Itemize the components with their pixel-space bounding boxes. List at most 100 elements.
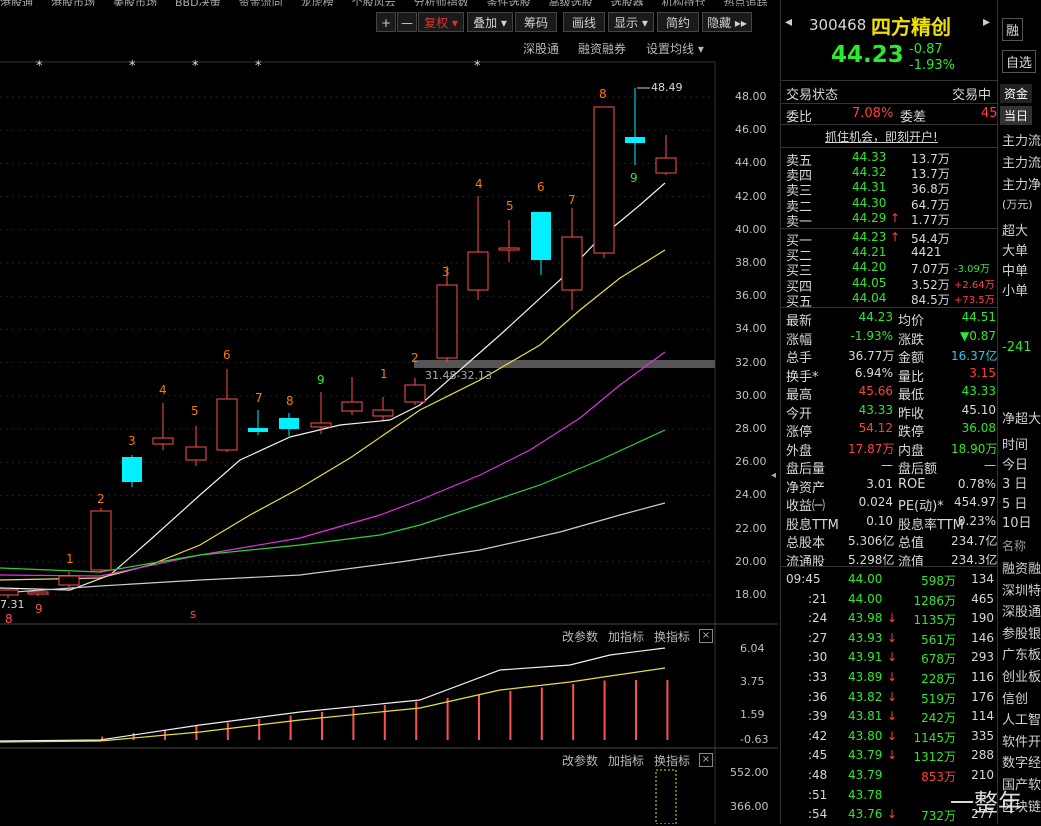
kline-chart[interactable]: * * * * *	[0, 0, 778, 824]
event-star-icon: *	[129, 59, 136, 74]
hide-button[interactable]: 隐藏 ▸▸	[702, 12, 752, 32]
top-menu-item[interactable]: 热点追踪	[724, 0, 768, 6]
concept-item[interactable]: 信创	[1002, 688, 1028, 707]
time-period-option[interactable]: 3 日	[1002, 473, 1027, 492]
hgt-link[interactable]: 深股通	[523, 40, 559, 57]
last-price: 44.23	[831, 42, 904, 68]
bid-row[interactable]: 买五 44.04 84.5万 +73.5万	[786, 291, 996, 310]
ind2-switch-indicator[interactable]: 换指标	[654, 752, 690, 769]
simple-button[interactable]: 简约	[657, 12, 699, 32]
flow-value: -241	[1002, 340, 1032, 355]
top-menu-bar: 港股通 港股市场 美股市场 BBD决策 资金流向 龙虎榜 个股风云 分析师指数 条件选股 高级选股…	[0, 0, 778, 6]
concept-item[interactable]: 广东板	[1002, 644, 1041, 663]
ask-row[interactable]: 卖三 44.31 36.8万	[786, 180, 996, 199]
ask-row[interactable]: 卖一 44.29 ↑ 1.77万	[786, 211, 996, 230]
overlay-button[interactable]: 叠加 ▾	[467, 12, 513, 32]
chips-button[interactable]: 筹码	[515, 12, 557, 32]
top-menu-item[interactable]: 个股风云	[352, 0, 396, 6]
candle-sequence-number: 3	[442, 265, 450, 279]
concept-item[interactable]: 创业板	[1002, 666, 1041, 685]
ind2-volume-bar	[655, 769, 677, 824]
top-menu-item[interactable]: 港股市场	[51, 0, 95, 6]
ask-row[interactable]: 卖五 44.33 13.7万	[786, 150, 996, 169]
top-menu-item[interactable]: BBD决策	[175, 0, 221, 6]
event-star-icon: *	[255, 59, 262, 74]
zoom-out-button[interactable]: —	[397, 12, 417, 32]
top-menu-item[interactable]: 分析师指数	[414, 0, 469, 6]
zixuan-tab[interactable]: 自选	[1002, 50, 1037, 73]
candle-body	[561, 236, 583, 291]
concept-item[interactable]: 人工智	[1002, 709, 1041, 728]
main-flow-label: 主力流	[1002, 156, 1041, 171]
top-menu-item[interactable]: 港股通	[0, 0, 33, 6]
collapse-handle[interactable]: ◂	[771, 470, 778, 490]
ma-setting-link[interactable]: 设置均线 ▾	[646, 40, 704, 57]
zoom-in-button[interactable]: +	[376, 12, 396, 32]
ind2-add-indicator[interactable]: 加指标	[608, 752, 644, 769]
top-menu-item[interactable]: 高级选股	[549, 0, 593, 6]
bid-row[interactable]: 买三 44.20 7.07万 -3.09万	[786, 260, 996, 279]
main-flow-label: 主力净	[1002, 178, 1041, 193]
top-menu-item[interactable]: 美股市场	[113, 0, 157, 6]
concept-item[interactable]: 软件开	[1002, 731, 1041, 750]
stat-row: 换手* 6.94% 量比 3.15	[786, 365, 996, 385]
ind1-switch-indicator[interactable]: 换指标	[654, 628, 690, 645]
next-stock-arrow-icon[interactable]: ▸	[983, 14, 990, 30]
top-menu-item[interactable]: 资金流向	[239, 0, 283, 6]
candle-body	[436, 284, 458, 359]
ind1-axis-label: 6.04	[740, 642, 765, 655]
stock-name: 四方精创	[871, 15, 951, 39]
concept-item[interactable]: 数字经	[1002, 752, 1041, 771]
prev-stock-arrow-icon[interactable]: ◂	[785, 14, 792, 30]
candle-sequence-number: 9	[35, 602, 43, 616]
bid-row[interactable]: 买四 44.05 3.52万 +2.64万	[786, 276, 996, 295]
time-period-option[interactable]: 今日	[1002, 454, 1028, 473]
open-account-promo[interactable]: 抓住机会，即刻开户!	[825, 128, 938, 145]
ind2-axis-label: 552.00	[730, 766, 769, 779]
top-menu-item[interactable]: 条件选股	[487, 0, 531, 6]
zijin-tab[interactable]: 资金	[1000, 84, 1033, 103]
tick-row: :30 43.91 ↓ 678万 293	[808, 650, 994, 667]
rong-tab[interactable]: 融	[1002, 18, 1024, 41]
bid-row[interactable]: 买一 44.23 ↑ 54.4万	[786, 230, 996, 249]
ask-row[interactable]: 卖二 44.30 64.7万	[786, 196, 996, 215]
price-axis-label: 38.00	[735, 256, 767, 269]
weibi-row: 委比 7.08% 委差 45	[786, 106, 998, 125]
ind1-change-params[interactable]: 改参数	[562, 628, 598, 645]
concept-item[interactable]: 深圳特	[1002, 580, 1041, 599]
tick-row: :45 43.79 ↓ 1312万 288	[808, 748, 994, 765]
ind2-close-icon[interactable]: ×	[699, 753, 713, 767]
candle-body	[279, 418, 299, 429]
bid-row[interactable]: 买二 44.21 4421	[786, 245, 996, 264]
margin-link[interactable]: 融资融券	[578, 40, 626, 57]
top-menu-item[interactable]: 机构持仓	[662, 0, 706, 6]
concept-item[interactable]: 参股银	[1002, 623, 1041, 642]
ind1-add-indicator[interactable]: 加指标	[608, 628, 644, 645]
top-menu-item[interactable]: 选股器	[611, 0, 644, 6]
candle-sequence-number: 4	[475, 177, 483, 191]
draw-line-button[interactable]: 画线	[563, 12, 605, 32]
time-period-option[interactable]: 5 日	[1002, 493, 1027, 512]
candle-body	[27, 591, 49, 595]
ask-row[interactable]: 卖四 44.32 13.7万	[786, 165, 996, 184]
ind1-close-icon[interactable]: ×	[699, 629, 713, 643]
display-button[interactable]: 显示 ▾	[608, 12, 654, 32]
price-change-pct: -1.93%	[909, 58, 955, 73]
dangri-tab[interactable]: 当日	[1000, 106, 1033, 125]
order-size-label: 小单	[1002, 284, 1029, 299]
price-axis-label: 22.00	[735, 521, 767, 535]
time-period-option[interactable]: 10日	[1002, 512, 1032, 531]
stat-row: 总股本 5.306亿 总值 234.7亿	[786, 534, 998, 551]
price-axis-label: 34.00	[735, 322, 767, 336]
kline-chart-area[interactable]: * * * * * 港股通 港股市场 美股市场 BBD决策 资金流向 龙虎榜 个股风云 分析师指数 条件…	[0, 0, 778, 824]
support-band	[414, 360, 715, 368]
ind2-change-params[interactable]: 改参数	[562, 752, 598, 769]
candle-body	[593, 106, 615, 254]
concept-item[interactable]: 融资融	[1002, 558, 1041, 577]
candle-body	[185, 446, 207, 461]
tick-row: :33 43.89 ↓ 228万 116	[808, 670, 994, 686]
concept-item[interactable]: 深股通	[1002, 601, 1041, 620]
top-menu-item[interactable]: 龙虎榜	[301, 0, 334, 6]
stat-row: 收益㈠ 0.024 PE(动)* 454.97	[786, 495, 996, 514]
fuquan-button[interactable]: 复权 ▾	[418, 12, 464, 32]
